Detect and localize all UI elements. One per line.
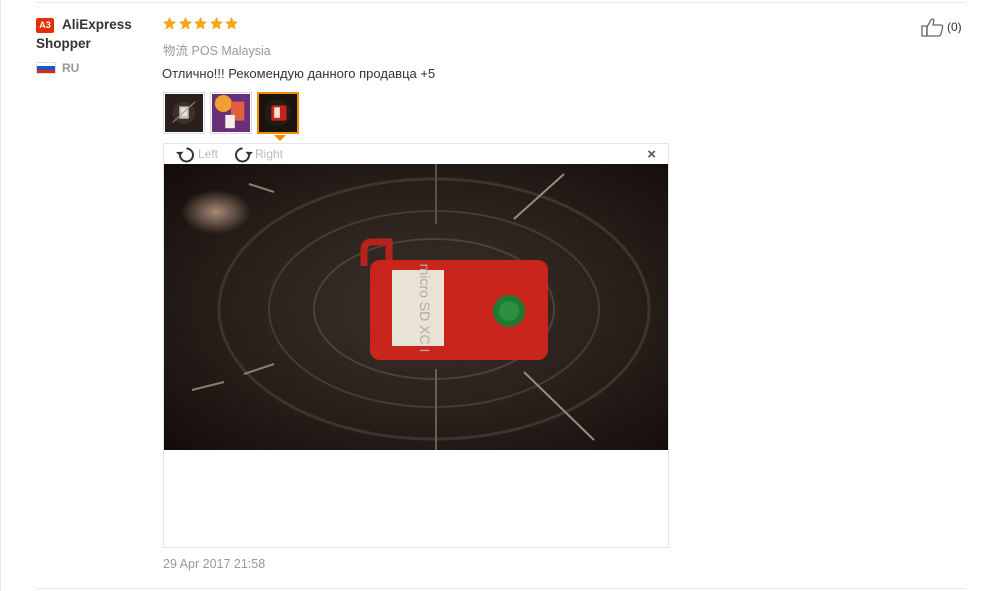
rotate-left-button[interactable]: Left: [174, 144, 218, 164]
star-icon: [178, 16, 192, 30]
review-photo: micro SD XC I: [164, 164, 668, 450]
star-icon: [193, 16, 208, 30]
reviewer-info: A3 AliExpress Shopper RU: [36, 16, 156, 75]
photo-thumbnail[interactable]: [163, 92, 205, 134]
star-icon: [209, 16, 223, 30]
photo-viewer: Left Right × micro SD XC I: [163, 143, 669, 548]
helpful-count: (0): [947, 20, 962, 34]
helpful-button[interactable]: (0): [921, 17, 962, 37]
rotate-right-button[interactable]: Right: [231, 144, 283, 164]
photo-thumbnails: [163, 92, 304, 134]
photo-thumbnail[interactable]: [210, 92, 252, 134]
logistics-value: POS Malaysia: [191, 44, 271, 58]
rotate-left-icon: [176, 147, 194, 163]
thumbs-up-icon: [921, 18, 944, 37]
review-date: 29 Apr 2017 21:58: [163, 557, 266, 571]
svg-text:micro SD XC I: micro SD XC I: [417, 264, 433, 353]
russia-flag-icon: [36, 62, 56, 74]
photo-thumbnail-image: [259, 94, 297, 132]
reviewer-name: AliExpress: [62, 17, 132, 32]
photo-thumbnail-image: [165, 94, 203, 132]
photo-thumbnail-image: [212, 94, 250, 132]
logistics-info: 物流 POS Malaysia: [163, 40, 271, 59]
top-divider: [36, 2, 965, 3]
star-icon: [162, 16, 177, 30]
active-thumbnail-caret: [274, 135, 286, 141]
review-text: Отлично!!! Рекомендую данного продавца +…: [162, 66, 436, 81]
logistics-label: 物流: [163, 44, 189, 58]
reviewer-level-badge: A3: [36, 17, 54, 33]
rotate-right-icon: [235, 147, 253, 163]
country-code: RU: [62, 61, 80, 75]
left-border: [0, 0, 1, 591]
rotate-left-label: Left: [198, 147, 219, 161]
reviewer-name-line2: Shopper: [36, 36, 91, 51]
close-icon[interactable]: ×: [647, 147, 656, 162]
viewer-toolbar: Left Right ×: [164, 144, 668, 164]
reviewer-country: RU: [36, 61, 156, 75]
review-item: A3 AliExpress Shopper RU 物流 POS Malaysia…: [0, 0, 1000, 591]
bottom-divider: [36, 588, 965, 589]
star-icon: [224, 16, 239, 30]
rotate-right-label: Right: [255, 147, 284, 161]
star-rating: [162, 16, 240, 31]
photo-thumbnail-active[interactable]: [257, 92, 299, 134]
